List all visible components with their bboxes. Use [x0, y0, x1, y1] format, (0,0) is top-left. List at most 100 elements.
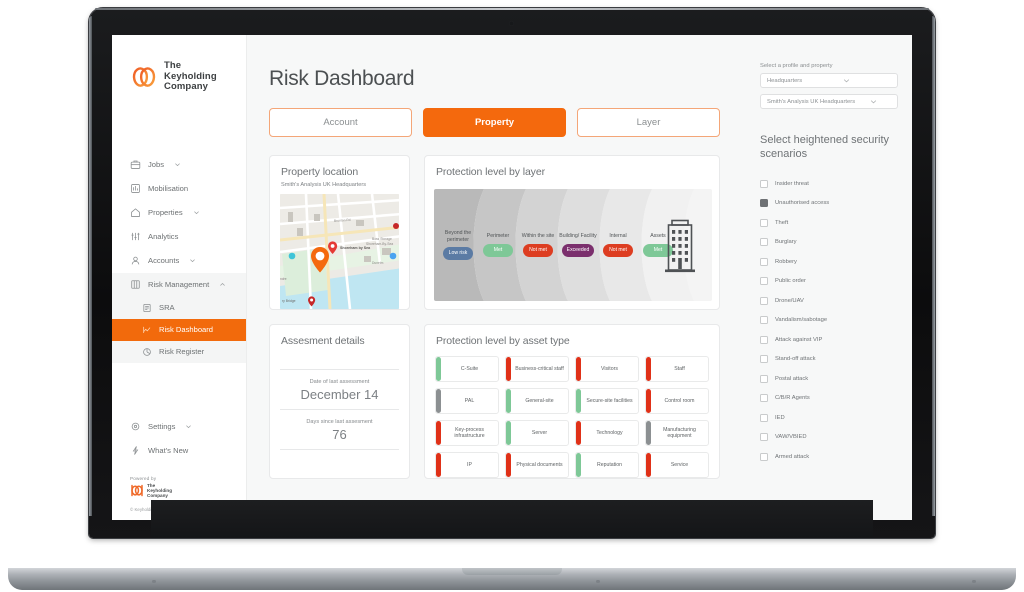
scenario-item[interactable]: Postal attack — [760, 369, 898, 389]
scenario-item[interactable]: VAW/VBIED — [760, 428, 898, 448]
scenario-checkbox[interactable] — [760, 218, 768, 227]
scenario-checkbox[interactable] — [760, 199, 768, 208]
card-assessment-details: Assesment details Date of last assessmen… — [269, 324, 410, 479]
layer-column[interactable]: Within the site Not met — [518, 233, 558, 257]
layer-column[interactable]: Internal Not met — [598, 233, 638, 257]
asset-cell[interactable]: Visitors — [575, 356, 639, 382]
page-title: Risk Dashboard — [269, 67, 415, 90]
profile-select-label: Select a profile and property — [760, 63, 833, 69]
layer-name: Beyond the perimeter — [444, 230, 472, 243]
laptop-foot — [972, 580, 976, 583]
asset-cell[interactable]: PAL — [435, 388, 499, 414]
scenario-item[interactable]: Stand-off attack — [760, 350, 898, 370]
scenario-checkbox[interactable] — [760, 355, 768, 364]
scenario-item[interactable]: Insider threat — [760, 174, 898, 194]
asset-label: Secure-site facilities — [586, 397, 633, 404]
scenario-item[interactable]: IED — [760, 408, 898, 428]
asset-label: Technology — [596, 429, 623, 436]
scenario-item[interactable]: Theft — [760, 213, 898, 233]
assessment-row: Days since last assesment 76 — [280, 409, 399, 450]
lid-top-highlight — [95, 8, 929, 10]
scenario-item[interactable]: Drone/UAV — [760, 291, 898, 311]
property-select[interactable]: Smith's Analysis UK Headquarters — [760, 94, 898, 109]
asset-cell[interactable]: C-Suite — [435, 356, 499, 382]
sidebar-item-risk-register[interactable]: Risk Register — [112, 341, 246, 363]
layer-column[interactable]: Perimeter Met — [478, 233, 518, 257]
layer-column[interactable]: Beyond the perimeter Low risk — [438, 230, 478, 260]
svg-text:Dunelm: Dunelm — [372, 261, 384, 265]
sidebar-label-risk-dashboard: Risk Dashboard — [159, 325, 214, 334]
asset-cell[interactable]: Key-process infrastructure — [435, 420, 499, 446]
asset-cell[interactable]: Manufacturing equipment — [645, 420, 709, 446]
scenario-checkbox[interactable] — [760, 433, 768, 442]
scenario-checkbox[interactable] — [760, 296, 768, 305]
svg-text:ry Bridge: ry Bridge — [282, 299, 296, 303]
property-map[interactable]: Brunton Rd Boss Storage Shoreham-By-Sea … — [280, 194, 399, 309]
asset-label: Physical documents — [516, 461, 563, 468]
sidebar-item-mobilisation[interactable]: Mobilisation — [112, 177, 246, 201]
sidebar-item-risk-dashboard[interactable]: Risk Dashboard — [112, 318, 246, 341]
tab-property[interactable]: Property — [423, 108, 566, 137]
lid-edge-right — [932, 16, 935, 516]
scenario-item[interactable]: C/B/R Agents — [760, 389, 898, 409]
scenario-label: Drone/UAV — [775, 297, 804, 304]
sidebar-label-mobilisation: Mobilisation — [148, 184, 189, 193]
profile-select[interactable]: Headquarters — [760, 73, 898, 88]
sidebar-item-whats-new[interactable]: What's New — [112, 438, 246, 462]
asset-label: Business-critical staff — [515, 365, 564, 372]
scenario-checkbox[interactable] — [760, 413, 768, 422]
scenario-item[interactable]: Burglary — [760, 233, 898, 253]
scenario-item[interactable]: Public order — [760, 272, 898, 292]
left-column: Property location Smith's Analysis UK He… — [269, 155, 410, 479]
layer-column[interactable]: Building/ Facility Exceeded — [558, 233, 598, 257]
scenario-checkbox[interactable] — [760, 277, 768, 286]
scenarios-heading: Select heightened security scenarios — [760, 134, 890, 160]
scenario-item[interactable]: Armed attack — [760, 447, 898, 467]
svg-text:Boss Storage: Boss Storage — [372, 237, 392, 241]
asset-cell[interactable]: Control room — [645, 388, 709, 414]
sidebar-item-risk-management[interactable]: Risk Management — [112, 273, 246, 297]
asset-cell[interactable]: Secure-site facilities — [575, 388, 639, 414]
asset-cell[interactable]: IP — [435, 452, 499, 478]
scenario-checkbox[interactable] — [760, 257, 768, 266]
sidebar-item-analytics[interactable]: Analytics — [112, 225, 246, 249]
pie-chart-icon — [142, 347, 152, 357]
asset-cell[interactable]: Service — [645, 452, 709, 478]
card-property-location: Property location Smith's Analysis UK He… — [269, 155, 410, 310]
scenario-item[interactable]: Attack against VIP — [760, 330, 898, 350]
scenario-label: Postal attack — [775, 375, 809, 382]
asset-cell[interactable]: General-site — [505, 388, 569, 414]
tab-layer[interactable]: Layer — [577, 108, 720, 137]
scenario-checkbox[interactable] — [760, 179, 768, 188]
scenario-item[interactable]: Vandalism/sabotage — [760, 311, 898, 331]
brand-line-3: Company — [164, 81, 208, 92]
card-protection-by-asset: Protection level by asset type C-Suite Bu… — [424, 324, 720, 479]
asset-label: IP — [467, 461, 472, 468]
asset-cell[interactable]: Physical documents — [505, 452, 569, 478]
scenario-item[interactable]: Unauthorised access — [760, 194, 898, 214]
scenario-checkbox[interactable] — [760, 335, 768, 344]
scenario-item[interactable]: Robbery — [760, 252, 898, 272]
sidebar-item-properties[interactable]: Properties — [112, 201, 246, 225]
scenario-checkbox[interactable] — [760, 452, 768, 461]
sidebar-item-accounts[interactable]: Accounts — [112, 249, 246, 273]
brand-logo[interactable]: The Keyholding Company — [112, 35, 246, 93]
asset-cell[interactable]: Server — [505, 420, 569, 446]
sidebar-item-jobs[interactable]: Jobs — [112, 153, 246, 177]
asset-label: Server — [531, 429, 548, 436]
asset-cell[interactable]: Business-critical staff — [505, 356, 569, 382]
sidebar-item-settings[interactable]: Settings — [112, 414, 246, 438]
keyholding-logo-icon-small — [130, 484, 144, 497]
tab-account[interactable]: Account — [269, 108, 412, 137]
main-content: Risk Dashboard Account Property Layer Pr… — [247, 35, 744, 520]
scenario-checkbox[interactable] — [760, 394, 768, 403]
scenario-checkbox[interactable] — [760, 238, 768, 247]
scenario-checkbox[interactable] — [760, 374, 768, 383]
asset-cell[interactable]: Staff — [645, 356, 709, 382]
asset-cell[interactable]: Technology — [575, 420, 639, 446]
card-title-protection-by-asset: Protection level by asset type — [436, 335, 570, 347]
asset-cell[interactable]: Reputation — [575, 452, 639, 478]
sidebar-item-sra[interactable]: SRA — [112, 297, 246, 319]
scenario-checkbox[interactable] — [760, 316, 768, 325]
asset-grid: C-Suite Business-critical staff Visitors St… — [435, 356, 709, 478]
